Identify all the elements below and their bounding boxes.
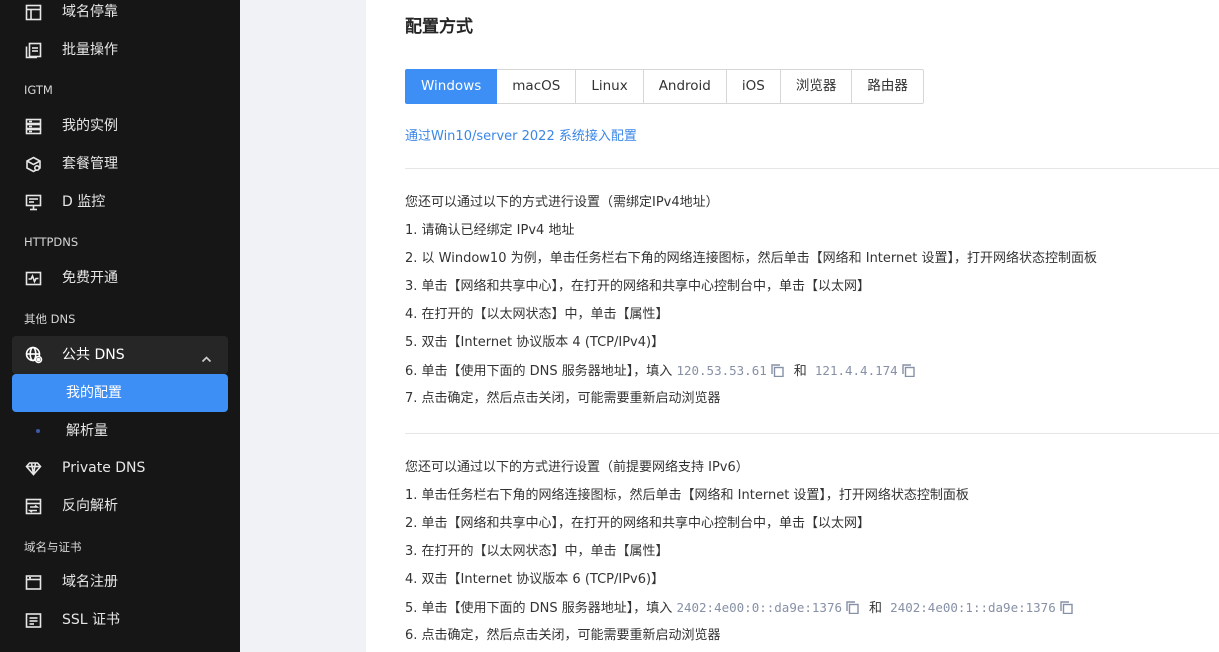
- tab-router[interactable]: 路由器: [852, 69, 924, 104]
- sidebar-item-package-mgmt[interactable]: 套餐管理: [0, 145, 240, 183]
- sidebar-subitem-my-config[interactable]: 我的配置: [12, 374, 228, 412]
- section-domain-cert: 域名与证书: [24, 540, 82, 554]
- activity-icon: [25, 270, 42, 287]
- sidebar-item-label: 免费开通: [62, 270, 118, 286]
- copy-icon[interactable]: [1060, 601, 1073, 615]
- sidebar-item-reverse-dns[interactable]: 反向解析: [0, 487, 240, 525]
- monitor-icon: [25, 194, 42, 211]
- globe-icon: [25, 346, 43, 364]
- diamond-icon: [25, 460, 42, 477]
- divider: [405, 168, 1219, 169]
- os-tabs: Windows macOS Linux Android iOS 浏览器 路由器: [405, 69, 924, 104]
- bullet-dot-icon: [36, 429, 40, 433]
- ipv6-intro: 您还可以通过以下的方式进行设置（前提要网络支持 IPv6）: [405, 460, 749, 475]
- ipv4-step: 7. 点击确定，然后点击关闭，可能需要重新启动浏览器: [405, 391, 721, 406]
- ipv6-step: 4. 双击【Internet 协议版本 6 (TCP/IPv6)】: [405, 572, 665, 587]
- ipv6-dns-step: 5. 单击【使用下面的 DNS 服务器地址】，填入 2402:4e00:0::d…: [405, 599, 1079, 618]
- sidebar-item-domain-parking[interactable]: 域名停靠: [0, 0, 240, 31]
- sidebar-item-private-dns[interactable]: Private DNS: [0, 449, 240, 487]
- chevron-up-icon[interactable]: [201, 350, 212, 363]
- ipv6-step: 3. 在打开的【以太网状态】中，单击【属性】: [405, 544, 669, 559]
- sidebar-item-domain-registration[interactable]: 域名注册: [0, 563, 240, 601]
- ipv6-dns-secondary: 2402:4e00:1::da9e:1376: [890, 600, 1056, 615]
- copy-icon[interactable]: [902, 364, 915, 378]
- sidebar-item-label: 域名注册: [62, 574, 118, 590]
- tab-windows[interactable]: Windows: [405, 69, 498, 104]
- sidebar-item-label: SSL 证书: [62, 612, 121, 628]
- ipv6-dns-prefix: 5. 单击【使用下面的 DNS 服务器地址】，填入: [405, 601, 673, 616]
- ipv4-step: 3. 单击【网络和共享中心】，在打开的网络和共享中心控制台中，单击【以太网】: [405, 279, 871, 294]
- layout-icon: [25, 4, 42, 21]
- and-text: 和: [869, 601, 883, 616]
- sidebar-item-label: D 监控: [62, 194, 106, 210]
- sidebar-item-label: 套餐管理: [62, 156, 118, 172]
- section-httpdns: HTTPDNS: [24, 235, 79, 249]
- page-title: 配置方式: [405, 17, 473, 37]
- sidebar-item-label: Private DNS: [62, 460, 146, 476]
- tab-browser[interactable]: 浏览器: [780, 69, 853, 104]
- ipv4-step: 1. 请确认已经绑定 IPv4 地址: [405, 223, 575, 238]
- tab-android[interactable]: Android: [643, 69, 727, 104]
- sidebar-item-batch-ops[interactable]: 批量操作: [0, 31, 240, 69]
- ipv4-dns-primary: 120.53.53.61: [676, 363, 767, 378]
- config-card: 配置方式 Windows macOS Linux Android iOS 浏览器…: [366, 0, 1219, 652]
- win10-config-link[interactable]: 通过Win10/server 2022 系统接入配置: [405, 125, 637, 144]
- ipv6-step: 6. 点击确定，然后点击关闭，可能需要重新启动浏览器: [405, 628, 721, 643]
- ipv6-step: 2. 单击【网络和共享中心】，在打开的网络和共享中心控制台中，单击【以太网】: [405, 516, 871, 531]
- reverse-icon: [25, 498, 42, 515]
- sidebar-group-public-dns[interactable]: 公共 DNS: [12, 336, 228, 374]
- copy-stack-icon: [25, 42, 42, 59]
- ipv4-step: 2. 以 Window10 为例，单击任务栏右下角的网络连接图标，然后单击【网络…: [405, 251, 1097, 266]
- sidebar: 域名停靠 批量操作 IGTM 我的实例 套餐管理 D 监控 HTTPDNS 免费…: [0, 0, 240, 652]
- divider: [405, 433, 1219, 434]
- tab-ios[interactable]: iOS: [726, 69, 781, 104]
- ipv6-step: 1. 单击任务栏右下角的网络连接图标，然后单击【网络和 Internet 设置】…: [405, 488, 969, 503]
- sidebar-item-label: 我的实例: [62, 118, 118, 134]
- copy-icon[interactable]: [846, 601, 859, 615]
- browser-window-icon: [25, 574, 42, 591]
- section-other-dns: 其他 DNS: [24, 312, 76, 326]
- ipv4-intro: 您还可以通过以下的方式进行设置（需绑定IPv4地址）: [405, 195, 719, 210]
- sidebar-subitem-query-volume[interactable]: 解析量: [12, 412, 228, 450]
- ipv4-dns-step: 6. 单击【使用下面的 DNS 服务器地址】，填入 120.53.53.61 和 …: [405, 362, 921, 381]
- tab-macos[interactable]: macOS: [497, 69, 577, 104]
- ipv6-dns-primary: 2402:4e00:0::da9e:1376: [676, 600, 843, 615]
- certificate-icon: [25, 612, 42, 629]
- ipv4-step: 5. 双击【Internet 协议版本 4 (TCP/IPv4)】: [405, 335, 665, 350]
- sidebar-item-d-monitor[interactable]: D 监控: [0, 183, 240, 221]
- sidebar-item-ssl-cert[interactable]: SSL 证书: [0, 601, 240, 639]
- ipv4-dns-secondary: 121.4.4.174: [814, 363, 898, 378]
- sidebar-item-label: 反向解析: [62, 498, 118, 514]
- sidebar-item-my-instances[interactable]: 我的实例: [0, 107, 240, 145]
- server-icon: [25, 118, 42, 135]
- sidebar-group-label: 公共 DNS: [62, 347, 125, 363]
- sidebar-item-free-activation[interactable]: 免费开通: [0, 259, 240, 297]
- copy-icon[interactable]: [771, 364, 784, 378]
- tab-linux[interactable]: Linux: [576, 69, 644, 104]
- ipv4-step: 4. 在打开的【以太网状态】中，单击【属性】: [405, 307, 669, 322]
- sidebar-item-label: 域名停靠: [62, 4, 118, 20]
- section-igtm: IGTM: [24, 83, 53, 97]
- package-icon: [25, 156, 42, 173]
- and-text: 和: [793, 364, 807, 379]
- sidebar-subitem-label: 我的配置: [66, 385, 122, 401]
- ipv4-dns-prefix: 6. 单击【使用下面的 DNS 服务器地址】，填入: [405, 364, 673, 379]
- sidebar-subitem-label: 解析量: [66, 423, 108, 439]
- sidebar-item-label: 批量操作: [62, 42, 118, 58]
